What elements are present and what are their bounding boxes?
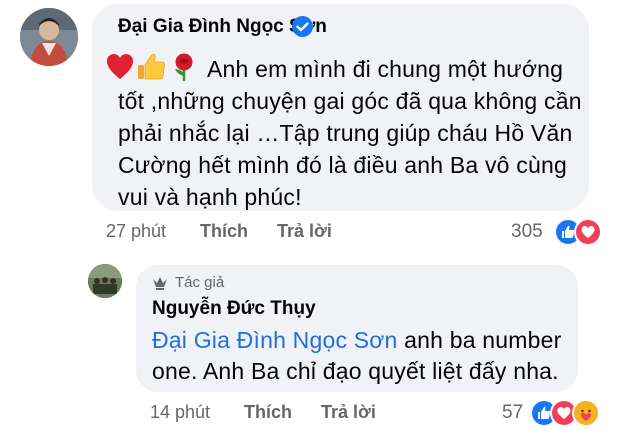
heart-emoji-icon [107,54,133,79]
comment-emoji-group [106,52,202,82]
love-reaction-icon[interactable] [574,218,602,246]
thumbs-up-emoji-icon [138,53,165,80]
author-badge-icon [152,276,168,290]
comment-like-button[interactable]: Thích [200,221,248,242]
verified-badge-icon [292,16,313,37]
reply-author-name[interactable]: Nguyễn Đức Thụy [152,298,316,320]
comment-reply-button[interactable]: Trả lời [277,221,332,242]
author-badge-label: Tác giả [175,274,225,291]
comment-timestamp[interactable]: 27 phút [106,221,166,242]
reply-like-button[interactable]: Thích [244,402,292,423]
comment-text-body: tốt ,những chuyện gai góc đã qua không c… [118,88,582,210]
replier-avatar[interactable] [88,264,122,298]
reply-reply-button[interactable]: Trả lời [321,402,376,423]
rose-emoji-icon [175,53,193,81]
comment-text-first-line: Anh em mình đi chung một hướng [207,56,564,82]
reply-reaction-count[interactable]: 57 [502,402,523,424]
care-reaction-icon[interactable] [572,399,600,427]
mention-link[interactable]: Đại Gia Đình Ngọc Sơn [152,327,398,353]
reply-text-second-line: one. Anh Ba chỉ đạo quyết liệt đấy nha. [152,358,559,384]
reply-text-after-mention: anh ba number [397,327,562,353]
comment-reaction-count[interactable]: 305 [511,221,543,243]
reply-text-first-line: Đại Gia Đình Ngọc Sơn anh ba number [152,324,561,356]
reply-timestamp[interactable]: 14 phút [150,402,210,423]
commenter-avatar[interactable] [20,8,78,66]
